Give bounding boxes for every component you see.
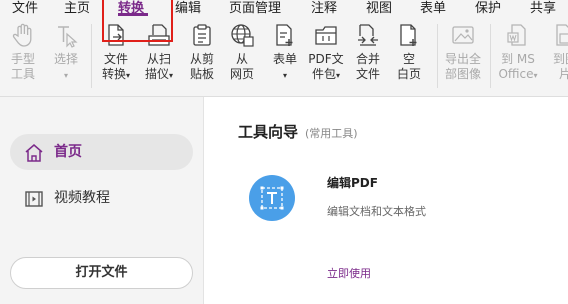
ribbon-toolbar: 手型 工具 选择 ▾ 文件 转换▾ 从扫 描仪▾ 从剪 贴板 从 网页 表单 ▾… [0, 18, 568, 97]
card-title[interactable]: 编辑PDF [327, 174, 378, 191]
form-icon [276, 24, 293, 46]
blank-page-icon [400, 24, 417, 46]
export-images-icon [452, 26, 474, 44]
file-convert-button[interactable]: 文件 转换▾ [97, 22, 135, 83]
edit-text-icon [260, 186, 284, 210]
from-scanner-button[interactable]: 从扫 描仪▾ [140, 22, 178, 83]
page-subtitle: (常用工具) [305, 127, 358, 140]
menu-home[interactable]: 主页 [64, 0, 90, 16]
form-button[interactable]: 表单 ▾ [268, 22, 302, 83]
to-image-icon [556, 24, 568, 46]
ribbon-separator [437, 24, 438, 88]
video-icon [25, 191, 43, 207]
pdf-portfolio-button[interactable]: PDF文 件包▾ [306, 22, 346, 83]
to-ms-office-button[interactable]: 到 MS Office▾ [496, 22, 540, 83]
menu-protect[interactable]: 保护 [475, 0, 501, 16]
menu-comment[interactable]: 注释 [311, 0, 337, 16]
sidebar-item-label: 视频教程 [54, 190, 110, 206]
menu-file[interactable]: 文件 [12, 0, 38, 16]
menu-page-management[interactable]: 页面管理 [229, 0, 281, 16]
menu-share[interactable]: 共享 [530, 0, 556, 16]
ribbon-separator [490, 24, 491, 88]
export-all-images-button[interactable]: 导出全 部图像 [442, 22, 484, 82]
to-image-button[interactable]: 到图片 [548, 22, 568, 82]
sidebar-item-home[interactable]: 首页 [10, 134, 193, 170]
hand-icon [12, 23, 32, 47]
sidebar-item-label: 首页 [54, 144, 82, 160]
from-webpage-button[interactable]: 从网页 [225, 22, 259, 82]
ribbon-separator [91, 24, 92, 88]
menu-form[interactable]: 表单 [420, 0, 446, 16]
merge-files-button[interactable]: 合并 文件 [351, 22, 385, 82]
menu-bar: 文件 主页 转换 编辑 页面管理 注释 视图 表单 保护 共享 [0, 0, 568, 18]
menu-view[interactable]: 视图 [366, 0, 392, 16]
select-tool-button[interactable]: 选择 ▾ [49, 22, 83, 83]
page-title: 工具向导 [238, 123, 299, 141]
clipboard-icon [193, 24, 211, 46]
scanner-icon [148, 24, 170, 46]
menu-edit[interactable]: 编辑 [175, 0, 201, 16]
select-text-icon [58, 26, 78, 48]
from-clipboard-button[interactable]: 从剪 贴板 [183, 22, 221, 82]
home-icon [25, 144, 43, 162]
left-sidebar: 首页 视频教程 打开文件 [0, 97, 204, 304]
edit-pdf-card-icon[interactable] [249, 175, 295, 221]
blank-page-button[interactable]: 空白页 [394, 22, 424, 82]
card-description: 编辑文档和文本格式 [327, 205, 426, 218]
to-office-icon [507, 24, 526, 46]
active-tab-underline [118, 13, 148, 16]
sidebar-item-video-tutorials[interactable]: 视频教程 [10, 180, 193, 216]
portfolio-icon [315, 26, 337, 45]
merge-files-icon [358, 24, 378, 46]
file-convert-icon [108, 24, 124, 46]
main-content: 工具向导 (常用工具) 编辑PDF 编辑文档和文本格式 立即使用 [204, 97, 568, 304]
globe-icon [231, 24, 254, 47]
open-file-button[interactable]: 打开文件 [10, 257, 193, 289]
use-now-link[interactable]: 立即使用 [327, 265, 371, 281]
hand-tool-button[interactable]: 手型 工具 [6, 22, 40, 82]
